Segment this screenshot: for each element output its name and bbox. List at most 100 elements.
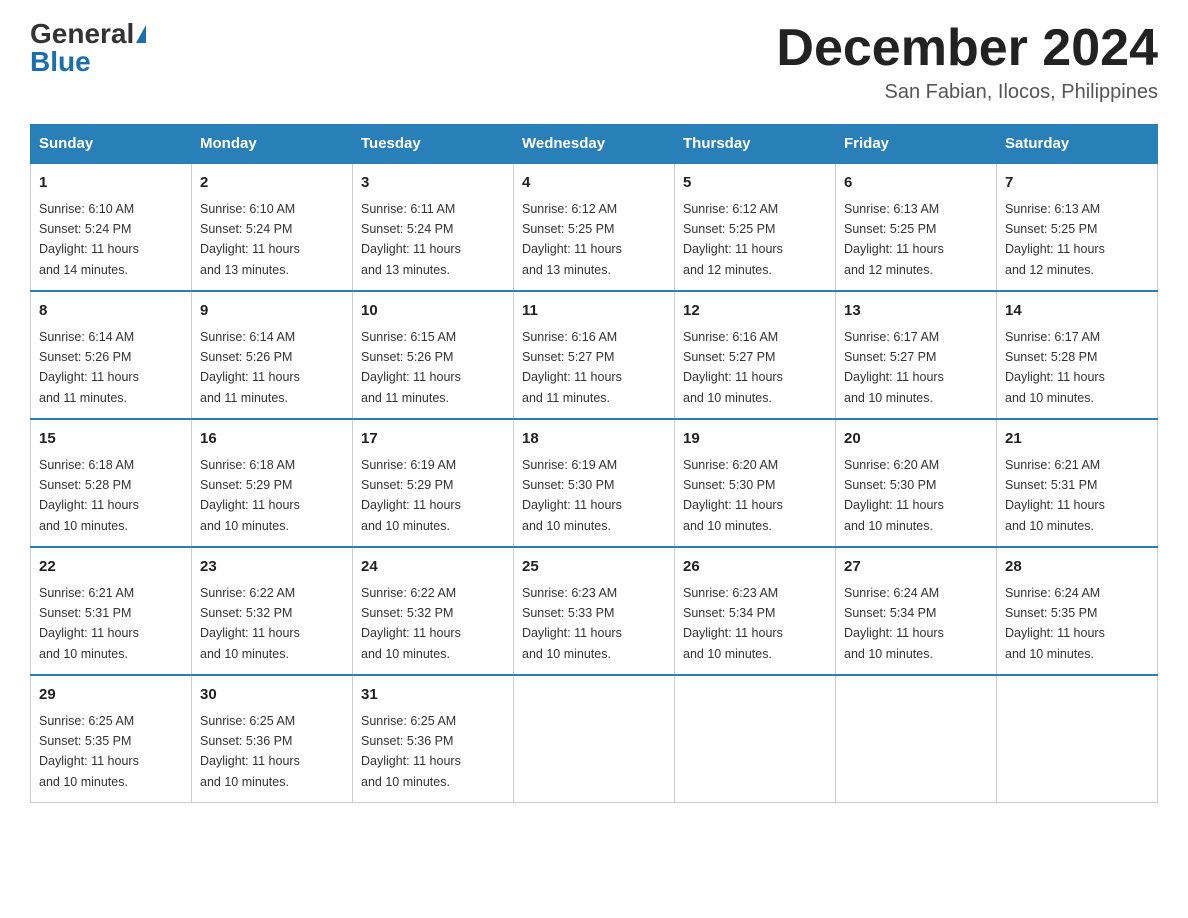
day-number: 8: [39, 300, 183, 323]
calendar-cell: 4 Sunrise: 6:12 AMSunset: 5:25 PMDaylight…: [514, 163, 675, 291]
day-info: Sunrise: 6:19 AMSunset: 5:30 PMDaylight:…: [522, 458, 622, 533]
day-number: 2: [200, 172, 344, 195]
day-info: Sunrise: 6:25 AMSunset: 5:36 PMDaylight:…: [361, 714, 461, 789]
day-number: 25: [522, 556, 666, 579]
calendar-cell: 7 Sunrise: 6:13 AMSunset: 5:25 PMDaylight…: [997, 163, 1158, 291]
day-info: Sunrise: 6:15 AMSunset: 5:26 PMDaylight:…: [361, 330, 461, 405]
day-info: Sunrise: 6:14 AMSunset: 5:26 PMDaylight:…: [200, 330, 300, 405]
calendar-cell: 12Sunrise: 6:16 AMSunset: 5:27 PMDayligh…: [675, 291, 836, 419]
calendar-cell: 15 Sunrise: 6:18 AMSunset: 5:28 PMDayligh…: [31, 419, 192, 547]
calendar-cell: 26 Sunrise: 6:23 AMSunset: 5:34 PMDayligh…: [675, 547, 836, 675]
calendar-cell: 27Sunrise: 6:24 AMSunset: 5:34 PMDayligh…: [836, 547, 997, 675]
day-info: Sunrise: 6:18 AMSunset: 5:28 PMDaylight:…: [39, 458, 139, 533]
logo-triangle-icon: [136, 25, 146, 43]
calendar-cell: 31 Sunrise: 6:25 AMSunset: 5:36 PMDayligh…: [353, 675, 514, 803]
calendar-cell: 25Sunrise: 6:23 AMSunset: 5:33 PMDayligh…: [514, 547, 675, 675]
day-info: Sunrise: 6:14 AMSunset: 5:26 PMDaylight:…: [39, 330, 139, 405]
calendar-cell: 23Sunrise: 6:22 AMSunset: 5:32 PMDayligh…: [192, 547, 353, 675]
calendar-cell: 21 Sunrise: 6:21 AMSunset: 5:31 PMDayligh…: [997, 419, 1158, 547]
day-info: Sunrise: 6:21 AMSunset: 5:31 PMDaylight:…: [1005, 458, 1105, 533]
calendar-week-row: 29Sunrise: 6:25 AMSunset: 5:35 PMDayligh…: [31, 675, 1158, 803]
calendar-cell: 11Sunrise: 6:16 AMSunset: 5:27 PMDayligh…: [514, 291, 675, 419]
month-title: December 2024: [776, 20, 1158, 77]
logo: General Blue: [30, 20, 146, 76]
col-header-saturday: Saturday: [997, 125, 1158, 164]
day-info: Sunrise: 6:20 AMSunset: 5:30 PMDaylight:…: [844, 458, 944, 533]
day-info: Sunrise: 6:21 AMSunset: 5:31 PMDaylight:…: [39, 586, 139, 661]
day-number: 11: [522, 300, 666, 323]
calendar-header-row: SundayMondayTuesdayWednesdayThursdayFrid…: [31, 125, 1158, 164]
calendar-cell: 28 Sunrise: 6:24 AMSunset: 5:35 PMDayligh…: [997, 547, 1158, 675]
day-number: 1: [39, 172, 183, 195]
day-number: 24: [361, 556, 505, 579]
day-number: 28: [1005, 556, 1149, 579]
day-info: Sunrise: 6:10 AMSunset: 5:24 PMDaylight:…: [39, 202, 139, 277]
calendar-cell: 3 Sunrise: 6:11 AMSunset: 5:24 PMDaylight…: [353, 163, 514, 291]
calendar-table: SundayMondayTuesdayWednesdayThursdayFrid…: [30, 124, 1158, 803]
day-number: 9: [200, 300, 344, 323]
calendar-cell: 9 Sunrise: 6:14 AMSunset: 5:26 PMDaylight…: [192, 291, 353, 419]
calendar-cell: 19 Sunrise: 6:20 AMSunset: 5:30 PMDayligh…: [675, 419, 836, 547]
day-number: 26: [683, 556, 827, 579]
day-info: Sunrise: 6:20 AMSunset: 5:30 PMDaylight:…: [683, 458, 783, 533]
day-number: 16: [200, 428, 344, 451]
calendar-cell: [997, 675, 1158, 803]
day-number: 22: [39, 556, 183, 579]
day-info: Sunrise: 6:25 AMSunset: 5:36 PMDaylight:…: [200, 714, 300, 789]
calendar-cell: 10 Sunrise: 6:15 AMSunset: 5:26 PMDayligh…: [353, 291, 514, 419]
location-text: San Fabian, Ilocos, Philippines: [776, 81, 1158, 104]
day-number: 31: [361, 684, 505, 707]
calendar-cell: 6 Sunrise: 6:13 AMSunset: 5:25 PMDaylight…: [836, 163, 997, 291]
day-number: 21: [1005, 428, 1149, 451]
day-info: Sunrise: 6:24 AMSunset: 5:35 PMDaylight:…: [1005, 586, 1105, 661]
day-number: 6: [844, 172, 988, 195]
calendar-cell: 1 Sunrise: 6:10 AMSunset: 5:24 PMDaylight…: [31, 163, 192, 291]
day-info: Sunrise: 6:19 AMSunset: 5:29 PMDaylight:…: [361, 458, 461, 533]
calendar-cell: [836, 675, 997, 803]
day-info: Sunrise: 6:13 AMSunset: 5:25 PMDaylight:…: [1005, 202, 1105, 277]
day-info: Sunrise: 6:11 AMSunset: 5:24 PMDaylight:…: [361, 202, 461, 277]
day-number: 15: [39, 428, 183, 451]
day-number: 7: [1005, 172, 1149, 195]
day-info: Sunrise: 6:12 AMSunset: 5:25 PMDaylight:…: [683, 202, 783, 277]
day-number: 4: [522, 172, 666, 195]
calendar-cell: 22 Sunrise: 6:21 AMSunset: 5:31 PMDayligh…: [31, 547, 192, 675]
calendar-cell: 30 Sunrise: 6:25 AMSunset: 5:36 PMDayligh…: [192, 675, 353, 803]
day-info: Sunrise: 6:18 AMSunset: 5:29 PMDaylight:…: [200, 458, 300, 533]
calendar-cell: 13 Sunrise: 6:17 AMSunset: 5:27 PMDayligh…: [836, 291, 997, 419]
calendar-cell: [675, 675, 836, 803]
day-info: Sunrise: 6:12 AMSunset: 5:25 PMDaylight:…: [522, 202, 622, 277]
day-info: Sunrise: 6:10 AMSunset: 5:24 PMDaylight:…: [200, 202, 300, 277]
calendar-cell: 8 Sunrise: 6:14 AMSunset: 5:26 PMDaylight…: [31, 291, 192, 419]
col-header-sunday: Sunday: [31, 125, 192, 164]
day-info: Sunrise: 6:23 AMSunset: 5:34 PMDaylight:…: [683, 586, 783, 661]
day-number: 17: [361, 428, 505, 451]
calendar-cell: [514, 675, 675, 803]
logo-blue-text: Blue: [30, 48, 91, 76]
logo-general-text: General: [30, 20, 134, 48]
calendar-cell: 29Sunrise: 6:25 AMSunset: 5:35 PMDayligh…: [31, 675, 192, 803]
day-number: 14: [1005, 300, 1149, 323]
calendar-cell: 24Sunrise: 6:22 AMSunset: 5:32 PMDayligh…: [353, 547, 514, 675]
calendar-week-row: 22 Sunrise: 6:21 AMSunset: 5:31 PMDayligh…: [31, 547, 1158, 675]
day-info: Sunrise: 6:24 AMSunset: 5:34 PMDaylight:…: [844, 586, 944, 661]
day-number: 19: [683, 428, 827, 451]
day-number: 13: [844, 300, 988, 323]
calendar-week-row: 8 Sunrise: 6:14 AMSunset: 5:26 PMDaylight…: [31, 291, 1158, 419]
calendar-week-row: 1 Sunrise: 6:10 AMSunset: 5:24 PMDaylight…: [31, 163, 1158, 291]
day-info: Sunrise: 6:16 AMSunset: 5:27 PMDaylight:…: [683, 330, 783, 405]
col-header-wednesday: Wednesday: [514, 125, 675, 164]
col-header-tuesday: Tuesday: [353, 125, 514, 164]
day-number: 10: [361, 300, 505, 323]
calendar-cell: 14 Sunrise: 6:17 AMSunset: 5:28 PMDayligh…: [997, 291, 1158, 419]
title-block: December 2024 San Fabian, Ilocos, Philip…: [776, 20, 1158, 104]
page-header: General Blue December 2024 San Fabian, I…: [30, 20, 1158, 104]
calendar-cell: 18 Sunrise: 6:19 AMSunset: 5:30 PMDayligh…: [514, 419, 675, 547]
day-info: Sunrise: 6:13 AMSunset: 5:25 PMDaylight:…: [844, 202, 944, 277]
day-info: Sunrise: 6:17 AMSunset: 5:28 PMDaylight:…: [1005, 330, 1105, 405]
day-number: 18: [522, 428, 666, 451]
day-number: 3: [361, 172, 505, 195]
calendar-cell: 2 Sunrise: 6:10 AMSunset: 5:24 PMDaylight…: [192, 163, 353, 291]
day-info: Sunrise: 6:17 AMSunset: 5:27 PMDaylight:…: [844, 330, 944, 405]
day-number: 30: [200, 684, 344, 707]
